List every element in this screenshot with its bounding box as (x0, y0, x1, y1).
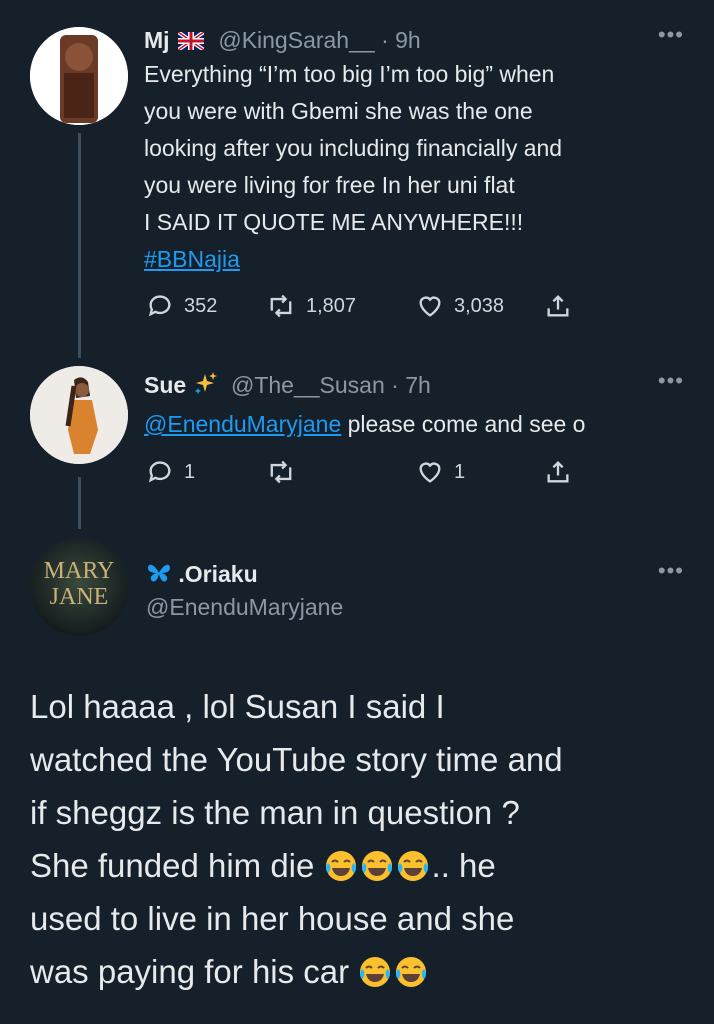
main-tweet-text: Lol haaaa , lol Susan I said I watched t… (30, 680, 710, 998)
retweet-button[interactable]: 1,807 (266, 292, 416, 320)
tweet-header: .Oriaku (146, 560, 258, 591)
share-icon (547, 295, 569, 317)
sparkles-icon (193, 371, 219, 401)
like-button[interactable]: 1 (416, 458, 544, 486)
retweet-icon (270, 460, 292, 484)
avatar[interactable]: MARY JANE (30, 538, 128, 636)
display-name[interactable]: .Oriaku (178, 561, 257, 587)
mention-link[interactable]: @EnenduMaryjane (144, 411, 341, 437)
tweet-header: Mj @KingSarah__ · 9h (144, 26, 421, 56)
reply-button[interactable]: 1 (146, 458, 266, 486)
like-count: 3,038 (454, 294, 505, 317)
more-options-icon[interactable]: ••• (658, 558, 684, 584)
reply-count: 1 (184, 460, 196, 483)
face-with-tears-of-joy-icon (358, 951, 392, 987)
tweet-header: Sue @The__Susan · 7h (144, 371, 431, 401)
retweet-count: 1,807 (306, 294, 357, 317)
share-button[interactable] (544, 458, 572, 486)
retweet-icon (270, 294, 292, 318)
hashtag-link[interactable]: #BBNajia (144, 246, 240, 272)
text-segment: was paying for his car (30, 953, 350, 990)
text-line: you were living for free In her uni flat (144, 172, 515, 198)
text-segment: She funded him die (30, 847, 315, 884)
action-bar: 1 1 (146, 458, 572, 486)
face-with-tears-of-joy-icon (360, 845, 394, 881)
reply-button[interactable]: 352 (146, 292, 266, 320)
butterfly-icon (146, 561, 172, 591)
share-icon (547, 461, 569, 483)
text-line: looking after you including financially … (144, 135, 563, 161)
retweet-button[interactable] (266, 458, 416, 486)
reply-icon (148, 295, 171, 317)
text-line: was paying for his car (30, 945, 710, 998)
display-name[interactable]: Sue (144, 372, 186, 398)
handle[interactable]: @KingSarah__ (218, 27, 374, 53)
thread-line (78, 133, 81, 358)
text-line: Everything “I’m too big I’m too big” whe… (144, 61, 555, 87)
avatar-text-bottom: JANE (50, 584, 109, 610)
tweet-text: Everything “I’m too big I’m too big” whe… (144, 56, 694, 278)
handle[interactable]: @EnenduMaryjane (146, 593, 343, 621)
text-line: if sheggz is the man in question ? (30, 794, 520, 831)
thread-line (78, 477, 81, 529)
text-line: Lol haaaa , lol Susan I said I (30, 688, 445, 725)
tweet-text: @EnenduMaryjane please come and see o (144, 406, 704, 443)
avatar-text-top: MARY (44, 558, 115, 584)
text-line: you were with Gbemi she was the one (144, 98, 533, 124)
handle[interactable]: @The__Susan (231, 372, 385, 398)
text-line: She funded him die .. he (30, 839, 710, 892)
like-button[interactable]: 3,038 (416, 292, 544, 320)
text-line: watched the YouTube story time and (30, 741, 563, 778)
face-with-tears-of-joy-icon (396, 845, 430, 881)
share-button[interactable] (544, 292, 572, 320)
timestamp[interactable]: 9h (395, 27, 421, 53)
text-line: I SAID IT QUOTE ME ANYWHERE!!! (144, 209, 524, 235)
uk-flag-icon (176, 28, 206, 56)
reply-icon (148, 461, 171, 483)
heart-icon (419, 462, 441, 483)
face-with-tears-of-joy-icon (324, 845, 358, 881)
heart-icon (419, 296, 441, 317)
more-options-icon[interactable]: ••• (658, 22, 684, 48)
avatar[interactable] (30, 27, 128, 125)
like-count: 1 (454, 460, 466, 483)
more-options-icon[interactable]: ••• (658, 368, 684, 394)
face-with-tears-of-joy-icon (394, 951, 428, 987)
avatar[interactable] (30, 366, 128, 464)
text-line: used to live in her house and she (30, 900, 515, 937)
reply-text: please come and see o (347, 411, 586, 437)
action-bar: 352 1,807 3,038 (146, 292, 572, 320)
display-name[interactable]: Mj (144, 27, 170, 53)
reply-count: 352 (184, 294, 218, 317)
timestamp[interactable]: 7h (405, 372, 431, 398)
text-segment: .. he (431, 847, 496, 884)
